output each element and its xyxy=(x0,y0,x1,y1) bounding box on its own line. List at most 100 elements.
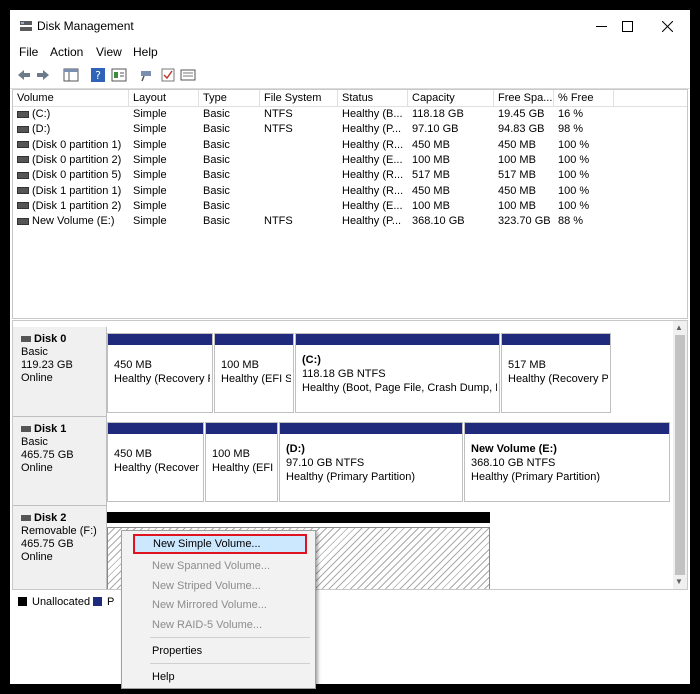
menu-new-mirrored-volume[interactable]: New Mirrored Volume... xyxy=(122,595,315,615)
menu-new-raid5-volume[interactable]: New RAID-5 Volume... xyxy=(122,615,315,635)
legend: Unallocated P xyxy=(12,591,688,611)
back-arrow-icon[interactable] xyxy=(16,67,32,83)
partition-bar xyxy=(108,334,212,345)
column-header-capacity[interactable]: Capacity xyxy=(408,90,494,106)
partition-text: 450 MB Healthy (Recovery P xyxy=(114,358,210,386)
menu-help[interactable]: Help xyxy=(133,45,158,59)
disk-1-info[interactable]: Disk 1 Basic 465.75 GB Online xyxy=(13,417,107,506)
cell-status: Healthy (R... xyxy=(342,184,404,197)
cell-free-space: 450 MB xyxy=(498,138,536,151)
check-icon[interactable] xyxy=(160,67,176,83)
view-icon[interactable] xyxy=(180,67,196,83)
cell-layout: Simple xyxy=(133,138,167,151)
properties-icon[interactable] xyxy=(111,67,127,83)
cell-status: Healthy (R... xyxy=(342,138,404,151)
disk-1-partition-d[interactable]: (D:) 97.10 GB NTFS Healthy (Primary Partit… xyxy=(279,422,463,502)
cell-file-system: NTFS xyxy=(264,123,293,136)
connect-icon[interactable] xyxy=(139,67,155,83)
cell-type: Basic xyxy=(203,153,230,166)
cell-volume: (Disk 0 partition 5) xyxy=(13,168,129,183)
partition-text: 450 MB Healthy (Recover xyxy=(114,447,201,475)
menu-view[interactable]: View xyxy=(96,45,122,59)
volume-row[interactable]: (Disk 1 partition 1) Simple Basic Healthy (… xyxy=(13,184,687,199)
cell-file-system: NTFS xyxy=(264,215,293,228)
partition-size: 450 MB xyxy=(114,359,152,371)
disk-1-partition-2[interactable]: 100 MB Healthy (EFI xyxy=(205,422,278,502)
volume-name: New Volume (E:) xyxy=(32,215,115,228)
scroll-up-icon[interactable]: ▲ xyxy=(675,323,683,332)
cell-file-system xyxy=(260,184,338,199)
cell-volume: (Disk 0 partition 2) xyxy=(13,153,129,168)
volume-row[interactable]: New Volume (E:) Simple Basic NTFS Healthy (P… xyxy=(13,214,687,229)
column-header-status[interactable]: Status xyxy=(338,90,408,106)
close-button[interactable] xyxy=(644,10,690,42)
menu-help-item[interactable]: Help xyxy=(122,667,315,687)
volume-icon xyxy=(17,202,29,210)
partition-name: New Volume (E:) xyxy=(471,443,557,455)
svg-text:?: ? xyxy=(95,69,101,82)
disk-0-info[interactable]: Disk 0 Basic 119.23 GB Online xyxy=(13,327,107,417)
menu-action[interactable]: Action xyxy=(50,45,83,59)
menu-properties[interactable]: Properties xyxy=(122,641,315,661)
cell-status: Healthy (P... xyxy=(342,123,402,136)
menu-file[interactable]: File xyxy=(19,45,38,59)
cell-percent-free: 16 % xyxy=(558,108,584,120)
volume-row[interactable]: (Disk 0 partition 1) Simple Basic Healthy (… xyxy=(13,138,687,153)
volume-row[interactable]: (Disk 0 partition 2) Simple Basic Healthy (… xyxy=(13,153,687,168)
cell-file-system xyxy=(260,168,338,183)
cell-free-space: 323.70 GB xyxy=(498,215,551,228)
column-header-layout[interactable]: Layout xyxy=(129,90,199,106)
cell-file-system xyxy=(260,153,338,168)
disk-0-partition-1[interactable]: 450 MB Healthy (Recovery P xyxy=(107,333,213,413)
column-header-free-space[interactable]: Free Spa... xyxy=(494,90,554,106)
volume-name: (Disk 1 partition 1) xyxy=(32,184,122,197)
close-icon xyxy=(661,20,673,32)
volume-name: (Disk 0 partition 1) xyxy=(32,138,122,151)
disk-1-partition-e[interactable]: New Volume (E:) 368.10 GB NTFS Healthy (Pr… xyxy=(464,422,670,502)
menu-new-striped-volume[interactable]: New Striped Volume... xyxy=(122,576,315,596)
partition-text: (D:) 97.10 GB NTFS Healthy (Primary Partit… xyxy=(286,442,460,484)
disk-0-partition-5[interactable]: 517 MB Healthy (Recovery P xyxy=(501,333,611,413)
disk-management-app-icon xyxy=(20,21,32,31)
help-icon[interactable]: ? xyxy=(90,67,106,83)
forward-arrow-icon[interactable] xyxy=(35,67,51,83)
disk-icon xyxy=(21,336,31,343)
disk-1-partition-1[interactable]: 450 MB Healthy (Recover xyxy=(107,422,204,502)
column-header-volume[interactable]: Volume xyxy=(13,90,129,106)
menu-new-spanned-volume[interactable]: New Spanned Volume... xyxy=(122,556,315,576)
disk-state: Online xyxy=(21,551,53,563)
cell-file-system xyxy=(260,138,338,153)
disk-state: Online xyxy=(21,462,53,474)
volume-icon xyxy=(17,217,29,225)
disk-0-partition-2[interactable]: 100 MB Healthy (EFI S xyxy=(214,333,294,413)
scroll-thumb[interactable] xyxy=(675,335,685,575)
volume-row[interactable]: (Disk 0 partition 5) Simple Basic Healthy (… xyxy=(13,168,687,183)
column-header-percent-free[interactable]: % Free xyxy=(554,90,614,106)
unallocated-swatch xyxy=(18,597,27,606)
partition-status: Healthy (Primary Partition) xyxy=(286,471,415,483)
volume-row[interactable]: (C:) Simple Basic NTFS Healthy (B... 118.18 G… xyxy=(13,107,687,122)
cell-free-space: 450 MB xyxy=(498,184,536,197)
disk-size: 465.75 GB xyxy=(21,538,74,550)
volume-icon xyxy=(17,125,29,133)
column-header-type[interactable]: Type xyxy=(199,90,260,106)
partition-size: 100 MB xyxy=(212,448,250,460)
disk-2-info[interactable]: Disk 2 Removable (F:) 465.75 GB Online xyxy=(13,506,107,589)
volume-icon xyxy=(17,187,29,195)
disk-map: Disk 0 Basic 119.23 GB Online 450 MB Heal… xyxy=(12,320,688,590)
disk-map-scrollbar[interactable]: ▲ ▼ xyxy=(673,321,687,589)
show-hide-console-tree-icon[interactable] xyxy=(63,67,79,83)
volume-row[interactable]: (D:) Simple Basic NTFS Healthy (P... 97.10 GB… xyxy=(13,122,687,137)
cell-volume: (D:) xyxy=(13,122,129,137)
volume-row[interactable]: (Disk 1 partition 2) Simple Basic Healthy (… xyxy=(13,199,687,214)
cell-percent-free: 100 % xyxy=(558,169,590,182)
disk-0-partition-c[interactable]: (C:) 118.18 GB NTFS Healthy (Boot, Page Fi… xyxy=(295,333,500,413)
scroll-down-icon[interactable]: ▼ xyxy=(675,577,683,586)
cell-volume: New Volume (E:) xyxy=(13,214,129,229)
column-header-file-system[interactable]: File System xyxy=(260,90,338,106)
cell-type: Basic xyxy=(203,199,230,212)
menu-new-simple-volume[interactable]: New Simple Volume... xyxy=(133,534,307,554)
cell-capacity: 118.18 GB xyxy=(412,108,464,120)
partition-status: Healthy (Recover xyxy=(114,462,199,474)
partition-status: Healthy (Recovery P xyxy=(508,373,608,385)
